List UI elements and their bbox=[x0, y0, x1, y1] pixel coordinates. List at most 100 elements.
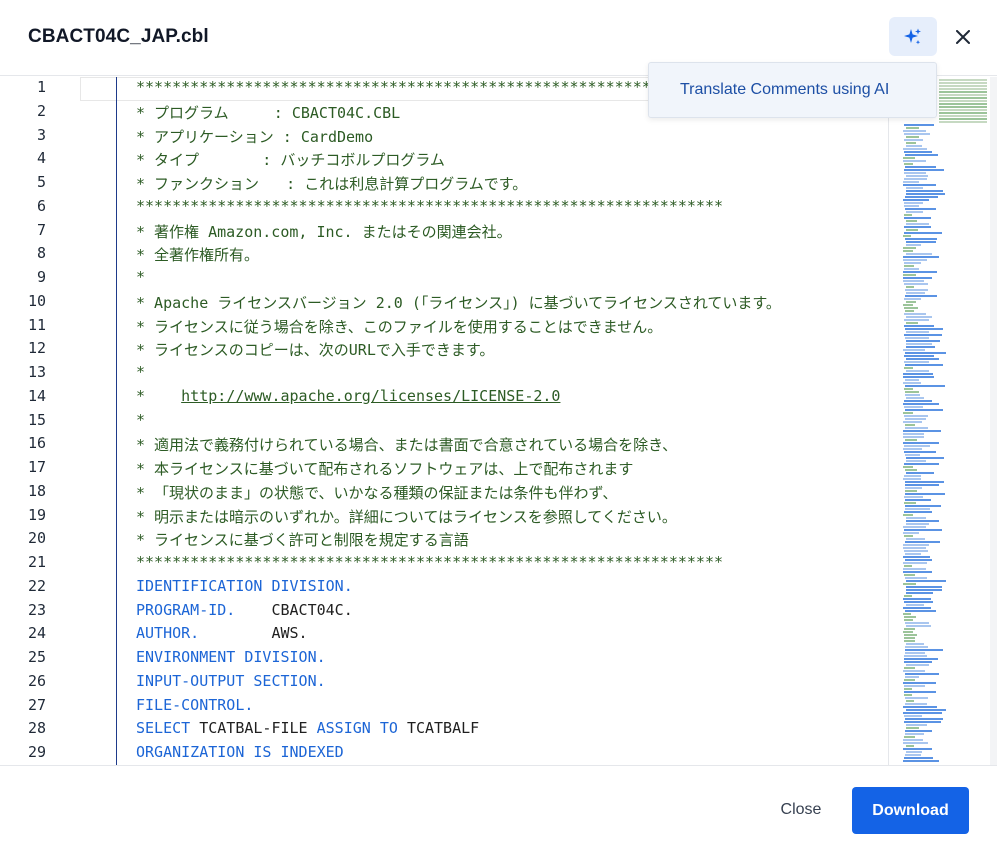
minimap-line bbox=[903, 682, 936, 684]
minimap-line bbox=[906, 370, 929, 372]
close-dialog-button[interactable] bbox=[948, 22, 978, 52]
code-keyword: FILE-CONTROL. bbox=[136, 695, 254, 714]
minimap-line bbox=[906, 292, 925, 294]
minimap-line bbox=[904, 169, 944, 171]
minimap-line bbox=[906, 643, 924, 645]
minimap-line bbox=[906, 136, 919, 138]
code-keyword: ENVIRONMENT DIVISION. bbox=[136, 648, 326, 666]
minimap-line bbox=[903, 430, 941, 432]
line-number: 8 bbox=[36, 244, 46, 263]
minimap-line bbox=[903, 466, 913, 468]
minimap-line bbox=[904, 661, 932, 663]
minimap-line bbox=[903, 256, 939, 258]
code-line: ORGANIZATION IS INDEXED bbox=[136, 743, 344, 761]
line-number: 19 bbox=[27, 505, 46, 524]
line-number: 21 bbox=[27, 553, 46, 571]
minimap-line bbox=[904, 691, 936, 693]
code-link[interactable]: http://www.apache.org/licenses/LICENSE-2… bbox=[181, 387, 560, 405]
minimap-line bbox=[904, 268, 919, 270]
minimap-line bbox=[903, 556, 930, 558]
minimap-line bbox=[904, 139, 923, 141]
minimap-line bbox=[904, 655, 927, 657]
minimap-line bbox=[903, 670, 925, 672]
code-line: PROGRAM-ID. CBACT04C. bbox=[136, 601, 353, 619]
line-number: 28 bbox=[27, 719, 46, 738]
minimap-line bbox=[906, 538, 925, 540]
minimap-line bbox=[906, 193, 945, 195]
minimap-line bbox=[904, 619, 913, 621]
minimap-line bbox=[904, 415, 928, 417]
download-button[interactable]: Download bbox=[852, 787, 969, 834]
minimap-line bbox=[903, 448, 922, 450]
dialog-footer: Close Download bbox=[0, 765, 997, 854]
code-editor[interactable]: 1 2 3 4 5 6 7 8 9 10 11 12 13 14 15 16 17 18 19 20 21 22 23 24 2… bbox=[0, 77, 997, 765]
code-content[interactable]: ****************************************… bbox=[136, 77, 888, 765]
minimap-line bbox=[905, 610, 936, 612]
code-comment: * bbox=[136, 410, 146, 429]
line-number: 3 bbox=[36, 125, 46, 144]
minimap-line bbox=[939, 103, 987, 105]
line-number: 27 bbox=[27, 695, 46, 714]
minimap-line bbox=[905, 409, 943, 411]
minimap-line bbox=[905, 646, 928, 648]
minimap-line bbox=[906, 340, 940, 342]
ai-actions-button[interactable] bbox=[889, 17, 937, 56]
vertical-scrollbar[interactable] bbox=[990, 77, 997, 765]
code-line: * 明示または暗示のいずれか。詳細についてはライセンスを参照してください。 bbox=[136, 506, 677, 527]
minimap-line bbox=[903, 760, 939, 762]
minimap-line bbox=[904, 307, 918, 309]
dialog-title: CBACT04C_JAP.cbl bbox=[28, 26, 209, 47]
code-comment: * 適用法で義務付けられている場合、または書面で合意されている場合を除き、 bbox=[136, 436, 678, 455]
minimap[interactable] bbox=[888, 77, 997, 765]
minimap-line bbox=[904, 529, 942, 531]
code-line: * アプリケーション : CardDemo bbox=[136, 126, 373, 147]
minimap-line bbox=[903, 712, 942, 714]
minimap-line bbox=[906, 187, 923, 189]
minimap-line bbox=[905, 733, 924, 735]
code-line: FILE-CONTROL. bbox=[136, 696, 253, 714]
minimap-line bbox=[905, 697, 928, 699]
minimap-line bbox=[903, 631, 913, 633]
minimap-line bbox=[904, 232, 942, 234]
minimap-line bbox=[904, 685, 925, 687]
minimap-line bbox=[906, 229, 918, 231]
minimap-line bbox=[905, 559, 932, 561]
code-line: * 「現状のまま」の状態で、いかなる種類の保証または条件も伴わず、 bbox=[136, 482, 617, 503]
code-comment: * 明示または暗示のいずれか。詳細についてはライセンスを参照してください。 bbox=[136, 507, 677, 526]
code-token: TCATBAL-FILE bbox=[199, 719, 317, 738]
minimap-line bbox=[904, 715, 922, 717]
minimap-line bbox=[905, 379, 919, 381]
minimap-line bbox=[904, 172, 926, 174]
minimap-line bbox=[905, 208, 936, 210]
minimap-line bbox=[905, 718, 943, 720]
gutter-separator bbox=[116, 77, 117, 765]
minimap-line bbox=[905, 154, 938, 156]
code-keyword: AUTHOR. bbox=[136, 624, 272, 643]
minimap-line bbox=[904, 634, 917, 636]
minimap-line bbox=[904, 355, 934, 357]
code-line: * http://www.apache.org/licenses/LICENSE… bbox=[136, 387, 560, 405]
minimap-line bbox=[906, 175, 928, 177]
minimap-line bbox=[939, 94, 987, 96]
minimap-line bbox=[906, 346, 935, 348]
code-line: * ライセンスのコピーは、次のURLで入手できます。 bbox=[136, 339, 494, 360]
minimap-line bbox=[903, 442, 939, 444]
minimap-line bbox=[939, 109, 987, 111]
minimap-line bbox=[906, 331, 929, 333]
close-button[interactable]: Close bbox=[764, 788, 838, 832]
line-number: 13 bbox=[27, 363, 46, 381]
minimap-line bbox=[906, 589, 942, 591]
minimap-line bbox=[904, 163, 913, 165]
code-line: * ファンクション : これは利息計算プログラムです。 bbox=[136, 173, 527, 194]
minimap-line bbox=[905, 310, 914, 312]
code-keyword: ASSIGN TO bbox=[316, 719, 407, 738]
code-comment: * bbox=[136, 363, 146, 381]
minimap-line bbox=[939, 118, 987, 120]
minimap-line bbox=[903, 514, 913, 516]
minimap-line bbox=[904, 283, 928, 285]
minimap-line bbox=[906, 472, 934, 474]
code-line: ****************************************… bbox=[136, 78, 678, 96]
line-number: 26 bbox=[27, 671, 46, 690]
minimap-line bbox=[904, 319, 929, 321]
translate-comments-menu-item[interactable]: Translate Comments using AI bbox=[680, 81, 889, 99]
